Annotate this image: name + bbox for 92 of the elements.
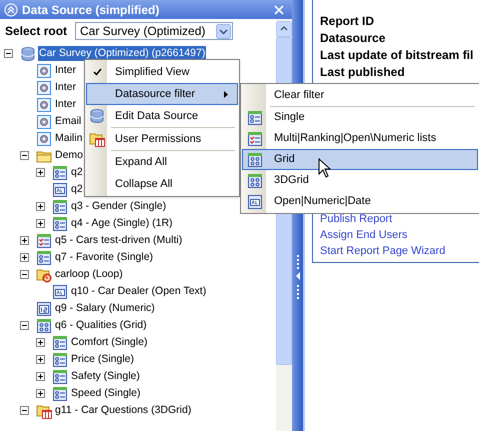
tree-item[interactable]: Email (54, 114, 82, 130)
tree-item[interactable]: q2 (70, 182, 84, 198)
expand-toggle-icon[interactable] (36, 338, 45, 347)
collapse-arrow-icon[interactable] (296, 255, 300, 301)
menu-item[interactable]: Expand All (86, 151, 238, 173)
database-icon (20, 46, 36, 62)
menu-item[interactable]: Simplified View (86, 61, 238, 83)
radio-list-icon (246, 110, 262, 126)
close-icon[interactable] (274, 4, 284, 14)
text-field-icon (246, 194, 262, 210)
radio-list-icon (52, 368, 68, 384)
menu-item[interactable]: Clear filter (242, 85, 478, 106)
menu-item[interactable]: Multi|Ranking|Open\Numeric lists (242, 128, 478, 149)
gear-icon (36, 130, 52, 146)
radio-list-icon (52, 334, 68, 350)
tree-item[interactable]: Car Survey (Optimized) (p2661497) (38, 46, 206, 62)
gear-icon (36, 62, 52, 78)
collapse-toggle-icon[interactable] (20, 406, 29, 415)
radio-list-icon (52, 216, 68, 232)
menu-item[interactable]: Single (242, 107, 478, 128)
report-link[interactable]: Start Report Page Wizard (320, 243, 446, 259)
scroll-up-button[interactable] (276, 21, 292, 37)
menu-item[interactable]: Grid (242, 149, 478, 170)
tree-item[interactable]: q6 - Qualities (Grid) (54, 318, 148, 334)
tree-item[interactable]: q9 - Salary (Numeric) (54, 300, 156, 316)
root-dropdown[interactable]: Car Survey (Optimized) (75, 22, 234, 40)
tree-item[interactable]: Safety (Single) (70, 368, 141, 384)
checklist-icon (36, 232, 52, 248)
tree-item[interactable]: Speed (Single) (70, 386, 142, 402)
tree-item[interactable]: Inter (54, 80, 78, 96)
collapse-toggle-icon[interactable] (20, 151, 29, 160)
menu-item[interactable]: 3DGrid (242, 170, 478, 191)
report-link[interactable]: Assign End Users (320, 227, 408, 243)
radio-list-icon (52, 352, 68, 368)
tree-item[interactable]: Comfort (Single) (70, 334, 148, 350)
menu-item[interactable]: User Permissions (86, 128, 238, 150)
checklist-icon (246, 130, 262, 146)
expand-toggle-icon[interactable] (36, 168, 45, 177)
expand-toggle-icon[interactable] (20, 253, 29, 262)
tree-item[interactable]: carloop (Loop) (54, 266, 124, 282)
panel-title: Data Source (simplified) (22, 2, 160, 18)
number-icon (36, 300, 52, 316)
menu-item[interactable]: Datasource filter (86, 83, 238, 105)
tree-item[interactable]: q2 (70, 164, 84, 180)
expand-toggle-icon[interactable] (36, 219, 45, 228)
folder-loop-icon (36, 266, 52, 282)
tree-item[interactable]: g11 - Car Questions (3DGrid) (54, 402, 192, 418)
menu-item[interactable]: Edit Data Source (86, 105, 238, 127)
tree-item[interactable]: Price (Single) (70, 352, 136, 368)
database-icon (89, 108, 105, 124)
report-link[interactable]: Publish Report (320, 211, 392, 227)
expand-toggle-icon[interactable] (36, 355, 45, 364)
tree-item[interactable]: q3 - Gender (Single) (70, 198, 168, 214)
grid-icon (246, 152, 262, 168)
radio-list-icon (36, 250, 52, 266)
folder-table-icon (89, 131, 105, 147)
folder-table-icon (36, 402, 52, 418)
report-field-label: Datasource (320, 30, 386, 45)
collapse-toggle-icon[interactable] (4, 49, 13, 58)
collapse-toggle-icon[interactable] (20, 321, 29, 330)
tree-item[interactable]: Inter (54, 62, 78, 78)
collapse-toggle-icon[interactable] (20, 270, 29, 279)
tree-item[interactable]: Mailin (54, 130, 84, 146)
tree-item[interactable]: Inter (54, 96, 78, 112)
gear-icon (36, 96, 52, 112)
expand-toggle-icon[interactable] (20, 236, 29, 245)
text-field-icon (52, 284, 68, 300)
menu-item[interactable]: Collapse All (86, 173, 238, 195)
tree-item[interactable]: q5 - Cars test-driven (Multi) (54, 232, 184, 248)
radio-list-icon (52, 164, 68, 180)
collapse-icon[interactable] (4, 2, 18, 16)
gear-icon (36, 114, 52, 130)
report-field-label: Last published (320, 64, 406, 79)
gear-icon (36, 80, 52, 96)
submenu-arrow-icon (224, 90, 228, 98)
report-field-label: Last update of bitstream fil (320, 47, 474, 62)
select-root-label: Select root (5, 23, 68, 40)
expand-toggle-icon[interactable] (36, 389, 45, 398)
tree-item[interactable]: q7 - Favorite (Single) (54, 250, 154, 266)
radio-list-icon (52, 386, 68, 402)
tree-item[interactable]: Demo (54, 148, 84, 164)
expand-toggle-icon[interactable] (36, 372, 45, 381)
grid-icon (36, 318, 52, 334)
expand-toggle-icon[interactable] (36, 202, 45, 211)
mouse-cursor-icon (318, 158, 331, 178)
tree-item[interactable]: q4 - Age (Single) (1R) (70, 216, 174, 232)
report-field-label: Report ID (320, 13, 375, 28)
text-field-icon (52, 182, 68, 198)
tree-item[interactable]: q10 - Car Dealer (Open Text) (70, 284, 208, 300)
radio-list-icon (52, 198, 68, 214)
grid-icon (246, 172, 262, 188)
menu-item[interactable]: Open|Numeric|Date (242, 191, 478, 212)
